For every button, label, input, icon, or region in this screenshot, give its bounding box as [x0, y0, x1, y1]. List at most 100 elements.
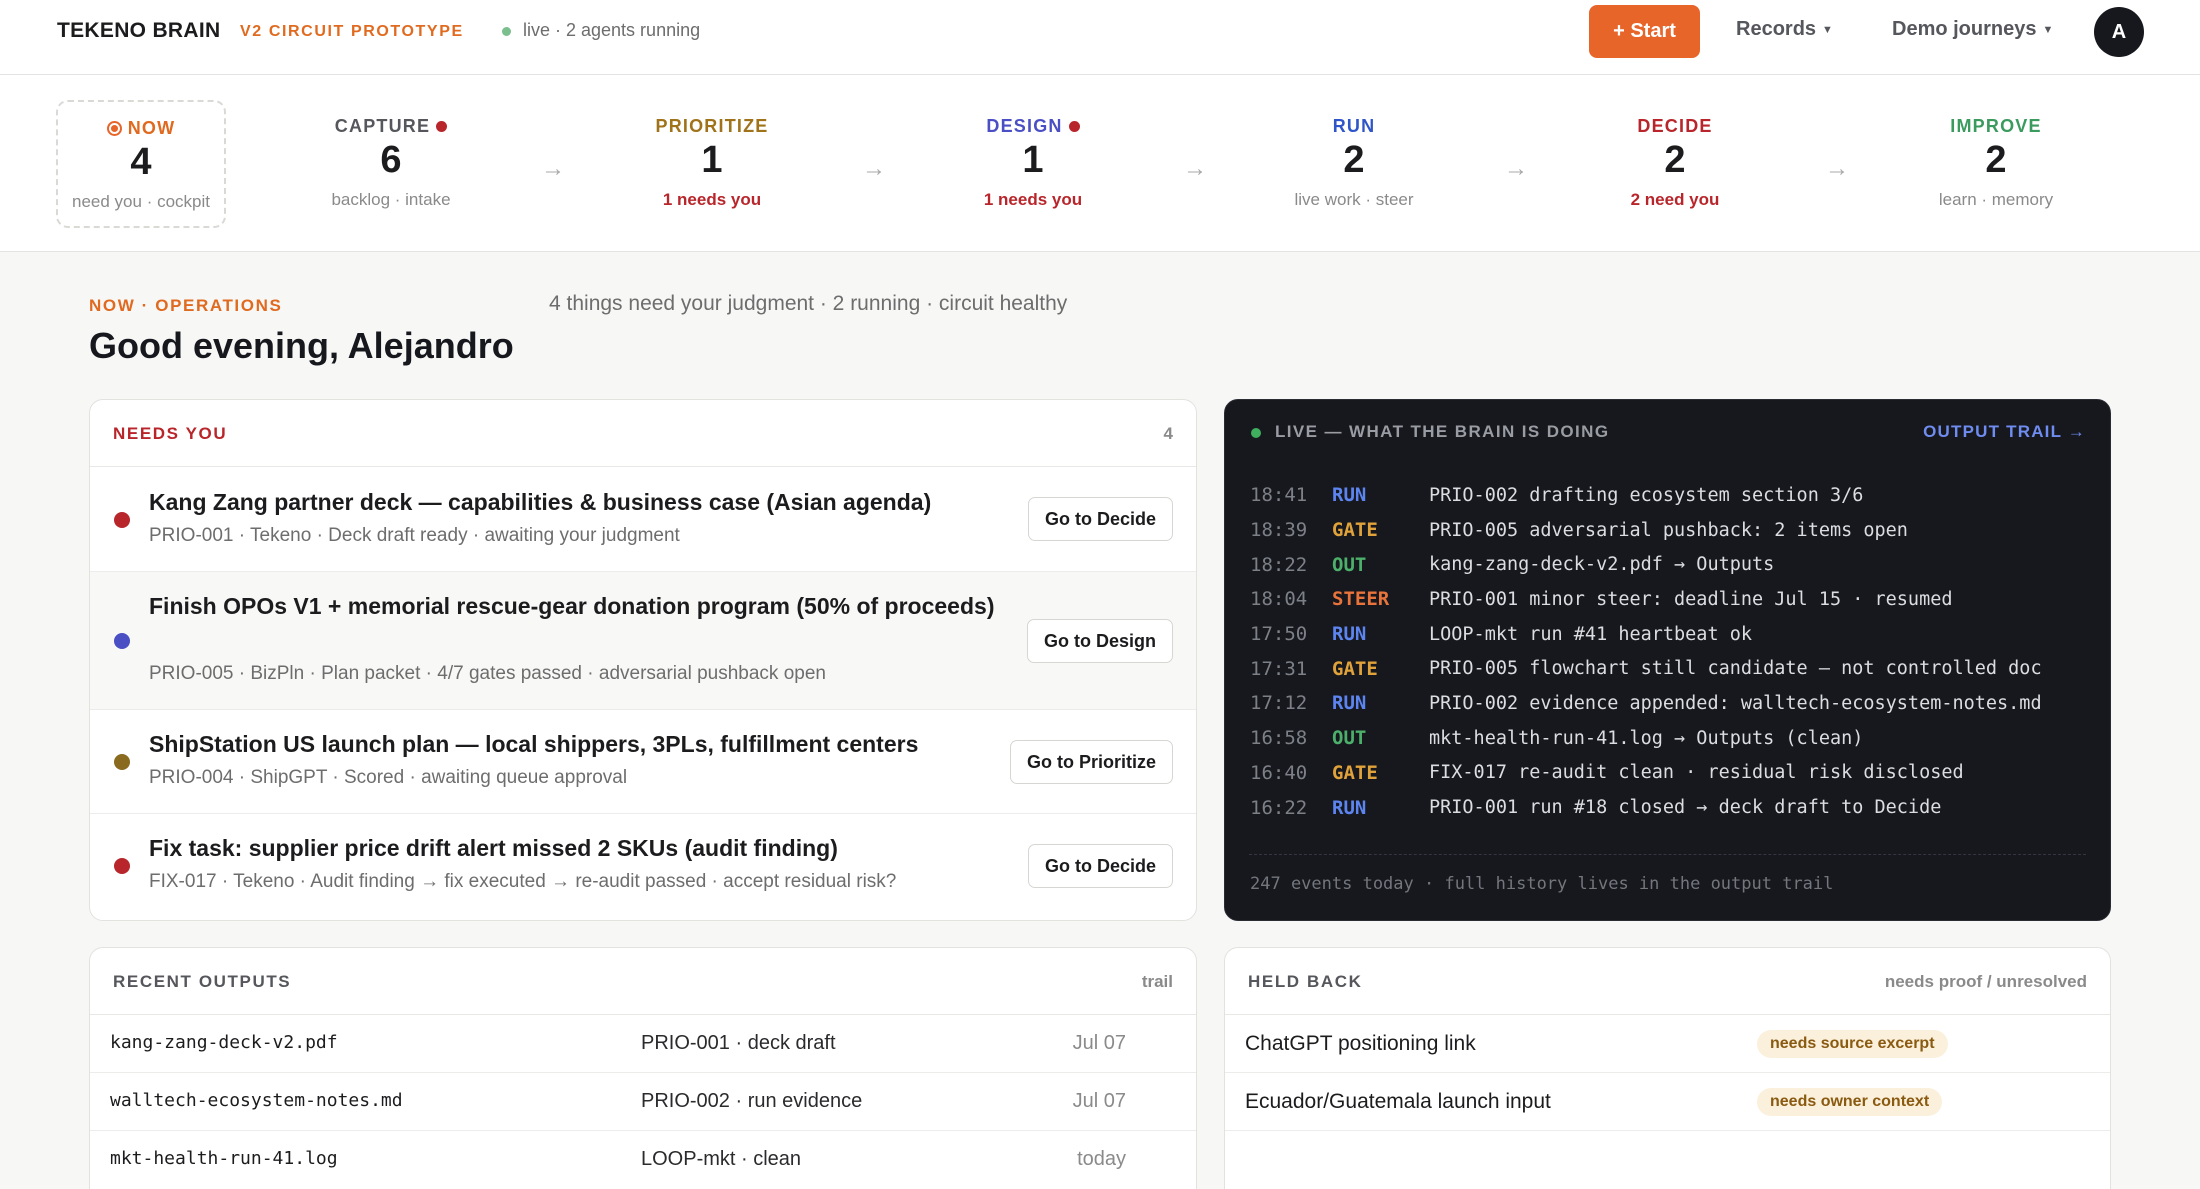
event-log-line[interactable]: 16:40 GATE FIX-017 re-audit clean · residu… [1250, 756, 2090, 791]
output-reference: PRIO-001 · deck draft [641, 1032, 836, 1054]
event-log-line[interactable]: 18:22 OUT kang-zang-deck-v2.pdf → Outputs [1250, 547, 2090, 582]
event-log-line[interactable]: 17:50 RUN LOOP-mkt run #41 heartbeat ok [1250, 617, 2090, 652]
event-message: PRIO-002 drafting ecosystem section 3/6 [1429, 484, 1864, 506]
event-log-line[interactable]: 16:58 OUT mkt-health-run-41.log → Outputs … [1250, 721, 2090, 756]
event-kind: RUN [1332, 796, 1367, 819]
event-time: 18:39 [1250, 519, 1308, 542]
output-row[interactable]: kang-zang-deck-v2.pdf PRIO-001 · deck dr… [90, 1015, 1196, 1073]
event-log-line[interactable]: 16:22 RUN PRIO-001 run #18 closed → deck d… [1250, 790, 2090, 825]
panel-title: LIVE — WHAT THE BRAIN IS DOING [1275, 422, 1610, 441]
stage-sub: 1 needs you [662, 190, 762, 209]
go-to-prioritize-button[interactable]: Go to Prioritize [1009, 740, 1173, 784]
stage-count: 2 [1343, 139, 1365, 181]
output-filename: kang-zang-deck-v2.pdf [110, 1032, 338, 1053]
status-badge: needs owner context [1757, 1088, 1943, 1116]
stage-sub: 2 need you [1630, 190, 1720, 209]
event-log-line[interactable]: 18:39 GATE PRIO-005 adversarial pushback: … [1250, 513, 2090, 548]
held-back-panel: HELD BACK needs proof / unresolved ChatG… [1224, 947, 2111, 1189]
event-kind: RUN [1332, 692, 1367, 715]
go-to-design-button[interactable]: Go to Design [1027, 619, 1173, 663]
event-kind: OUT [1332, 727, 1367, 750]
item-title: Kang Zang partner deck — capabilities & … [149, 489, 932, 515]
stage-run-label-row: RUN [1269, 116, 1439, 137]
arrow-right-icon: → [862, 155, 886, 182]
event-time: 18:41 [1250, 484, 1308, 507]
status-dot-icon [114, 858, 130, 874]
output-date: Jul 07 [1072, 1090, 1126, 1112]
go-to-decide-button[interactable]: Go to Decide [1027, 497, 1173, 541]
output-reference: PRIO-002 · run evidence [641, 1090, 863, 1112]
held-back-row[interactable]: Ecuador/Guatemala launch input needs own… [1225, 1073, 2110, 1131]
output-row[interactable]: walltech-ecosystem-notes.md PRIO-002 · r… [90, 1073, 1196, 1131]
stage-sub: backlog · intake [331, 190, 451, 209]
item-subtitle: PRIO-001 · Tekeno · Deck draft ready · a… [149, 525, 680, 546]
stage-now[interactable]: NOW 4 need you · cockpit [56, 100, 226, 228]
user-avatar[interactable]: A [2094, 7, 2144, 57]
event-log-line[interactable]: 18:04 STEER PRIO-001 minor steer: deadline… [1250, 582, 2090, 617]
stage-prioritize[interactable]: PRIORITIZE 1 1 needs you [627, 100, 797, 228]
stage-improve-label-row: IMPROVE [1911, 116, 2081, 137]
needs-you-item[interactable]: Kang Zang partner deck — capabilities & … [90, 467, 1196, 572]
output-date: Jul 07 [1072, 1032, 1126, 1054]
chevron-down-icon: ▼ [2042, 23, 2054, 36]
stage-design[interactable]: DESIGN 1 1 needs you [948, 100, 1118, 228]
needs-you-item[interactable]: Finish OPOs V1 + memorial rescue-gear do… [90, 572, 1196, 710]
item-subtitle: FIX-017 · Tekeno · Audit finding → fix e… [149, 871, 897, 892]
event-message: PRIO-005 flowchart still candidate — not… [1429, 658, 2042, 680]
stage-now-label-row: NOW [58, 118, 224, 139]
arrow-right-icon: → [1183, 155, 1207, 182]
held-back-row[interactable]: ChatGPT positioning link needs source ex… [1225, 1015, 2110, 1073]
live-status-text: live · 2 agents running [523, 20, 701, 40]
event-log-line[interactable]: 18:41 RUN PRIO-002 drafting ecosystem sect… [1250, 478, 2090, 513]
stage-run[interactable]: RUN 2 live work · steer [1269, 100, 1439, 228]
stage-count: 6 [380, 139, 402, 181]
go-to-decide-button[interactable]: Go to Decide [1027, 844, 1173, 888]
needs-you-panel: NEEDS YOU 4 Kang Zang partner deck — cap… [89, 399, 1197, 921]
stage-decide[interactable]: DECIDE 2 2 need you [1590, 100, 1760, 228]
demo-journeys-menu[interactable]: Demo journeys ▼ [1892, 18, 2053, 41]
stage-decide-label-row: DECIDE [1590, 116, 1760, 137]
event-message: LOOP-mkt run #41 heartbeat ok [1429, 623, 1753, 645]
panel-title: RECENT OUTPUTS [113, 972, 292, 991]
status-dot-icon [114, 754, 130, 770]
live-status-dot-icon [502, 27, 511, 36]
event-kind: GATE [1332, 657, 1378, 680]
stage-capture[interactable]: CAPTURE 6 backlog · intake [306, 100, 476, 228]
needs-you-item[interactable]: Fix task: supplier price drift alert mis… [90, 814, 1196, 920]
brand-logo[interactable]: TEKENO BRAIN [57, 19, 220, 43]
event-time: 17:12 [1250, 692, 1308, 715]
demo-journeys-menu-label: Demo journeys [1892, 18, 2037, 40]
records-menu-label: Records [1736, 18, 1817, 40]
event-log-line[interactable]: 17:31 GATE PRIO-005 flowchart still candid… [1250, 651, 2090, 686]
output-date: today [1077, 1148, 1126, 1170]
event-kind: STEER [1332, 588, 1390, 611]
output-trail-link[interactable]: OUTPUT TRAIL → [1923, 422, 2086, 442]
event-log-line[interactable]: 17:12 RUN PRIO-002 evidence appended: wall… [1250, 686, 2090, 721]
records-menu[interactable]: Records ▼ [1736, 18, 1833, 41]
stage-label: CAPTURE [334, 116, 431, 136]
start-button[interactable]: + Start [1589, 5, 1700, 58]
event-log-footer: 247 events today · full history lives in… [1250, 874, 1834, 894]
event-time: 16:22 [1250, 796, 1308, 819]
stage-count: 1 [1022, 139, 1044, 181]
event-time: 18:04 [1250, 588, 1308, 611]
stage-capture-label-row: CAPTURE [306, 116, 476, 137]
item-title: ShipStation US launch plan — local shipp… [149, 731, 919, 757]
event-log: 18:41 RUN PRIO-002 drafting ecosystem sect… [1250, 478, 2090, 825]
recent-outputs-panel: RECENT OUTPUTS trail kang-zang-deck-v2.p… [89, 947, 1197, 1189]
stage-count: 1 [701, 139, 723, 181]
event-message: kang-zang-deck-v2.pdf → Outputs [1429, 554, 1775, 576]
live-activity-panel: LIVE — WHAT THE BRAIN IS DOING OUTPUT TR… [1224, 399, 2111, 921]
held-item-label: Ecuador/Guatemala launch input [1245, 1090, 1551, 1113]
event-message: PRIO-005 adversarial pushback: 2 items o… [1429, 519, 1908, 541]
event-kind: GATE [1332, 761, 1378, 784]
stage-improve[interactable]: IMPROVE 2 learn · memory [1911, 100, 2081, 228]
stage-design-label-row: DESIGN [948, 116, 1118, 137]
arrow-right-icon: → [541, 155, 565, 182]
output-row[interactable]: mkt-health-run-41.log LOOP-mkt · clean t… [90, 1131, 1196, 1189]
needs-you-item[interactable]: ShipStation US launch plan — local shipp… [90, 710, 1196, 814]
alert-dot-icon [436, 121, 448, 132]
trail-link[interactable]: trail [1142, 972, 1173, 992]
panel-title: NEEDS YOU [113, 424, 228, 443]
output-filename: walltech-ecosystem-notes.md [110, 1090, 403, 1111]
